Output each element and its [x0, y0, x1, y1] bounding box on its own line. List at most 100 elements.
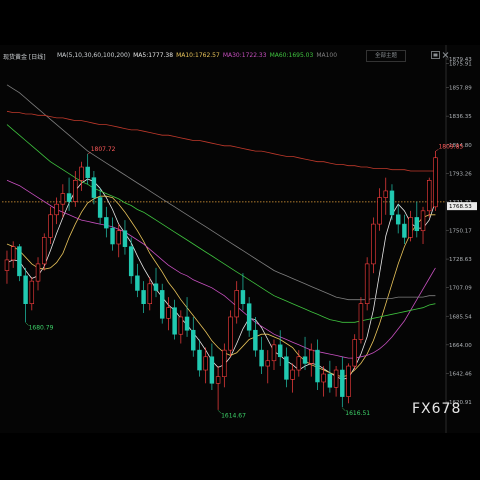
current-price-badge-label: 1768.53 — [449, 204, 472, 210]
candle-body — [321, 373, 326, 383]
candle-body — [408, 217, 413, 238]
y-tick-label: 1642.46 — [449, 371, 472, 377]
candle-body — [141, 290, 146, 304]
candle-body — [253, 329, 258, 351]
candle-body — [135, 275, 140, 291]
candle-body — [116, 230, 121, 245]
extreme-label: 1616.51 — [345, 410, 370, 417]
candle-body — [402, 223, 407, 238]
candle-body — [246, 303, 252, 331]
y-tick-label: 1793.26 — [449, 171, 472, 177]
candle-body — [309, 349, 314, 364]
candle-body — [159, 290, 165, 319]
ma-line-ma100 — [6, 84, 436, 301]
candle-body — [358, 303, 364, 340]
candle-body — [340, 369, 345, 397]
candlestick-chart[interactable]: 1879.431875.911857.891836.351814.801793.… — [0, 45, 480, 433]
candle-body — [23, 275, 28, 304]
candle-body — [203, 356, 208, 371]
candle-body — [91, 177, 97, 198]
candle-body — [184, 316, 190, 331]
candle-body — [79, 166, 84, 181]
candle-body — [29, 280, 35, 304]
instrument-title: 现货黄金 [日线] — [3, 54, 46, 61]
ma-legend: MA(5,10,30,60,100,200) MA5:1777.38 MA10:17… — [57, 52, 340, 59]
candle-body — [104, 217, 109, 229]
ma-line-ma5 — [6, 178, 436, 380]
candle-body — [420, 210, 426, 232]
candle-body — [271, 344, 277, 362]
candle-body — [346, 365, 351, 397]
ma-legend-item-ma100: MA100 — [316, 52, 338, 59]
candle-body — [315, 349, 320, 383]
candle-body — [284, 356, 289, 380]
candle-body — [128, 246, 134, 277]
ma-legend-item-ma60: MA60:1695.03 — [269, 52, 314, 59]
candle-body — [54, 203, 59, 216]
ma-line-ma30 — [6, 179, 436, 359]
candle-body — [197, 349, 202, 371]
candle-body — [389, 190, 395, 216]
watermark-logo: FX678 — [412, 401, 462, 417]
candle-body — [265, 360, 271, 367]
candle-body — [414, 217, 420, 232]
ma-line-ma60 — [6, 124, 436, 323]
candle-body — [10, 246, 16, 261]
candle-body — [17, 246, 22, 277]
candle-body — [277, 344, 283, 358]
y-tick-label: 1836.35 — [449, 114, 472, 120]
candle-body — [215, 376, 221, 384]
theme-settings-button[interactable]: 全部主题 — [366, 50, 406, 62]
chart-screen: 1879.43 1875.91 1857.89 1836.35 1814.80 1793.… — [0, 0, 480, 480]
candle-body — [222, 349, 227, 377]
candle-body — [352, 339, 357, 367]
candle-body — [371, 223, 376, 265]
chart-panel[interactable]: 1879.43 1875.91 1857.89 1836.35 1814.80 1793.… — [0, 45, 480, 433]
candle-body — [234, 290, 239, 318]
y-tick-label: 1664.00 — [449, 343, 472, 349]
candle-body — [35, 263, 41, 282]
candle-body — [364, 263, 370, 304]
y-tick-label: 1707.09 — [449, 286, 472, 292]
candle-body — [48, 214, 53, 238]
ma-legend-label: MA(5,10,30,60,100,200) — [57, 52, 131, 59]
y-tick-label: 1857.89 — [449, 86, 472, 92]
candle-body — [166, 307, 171, 319]
extreme-label: 1680.79 — [29, 325, 54, 332]
close-icon[interactable] — [440, 50, 451, 60]
y-tick-label: 1875.91 — [449, 62, 472, 68]
candle-body — [4, 259, 10, 271]
candle-body — [433, 157, 438, 208]
ma-legend-item-ma5: MA5:1777.38 — [133, 52, 174, 59]
candle-body — [178, 316, 184, 335]
candle-body — [427, 180, 432, 212]
candle-body — [383, 190, 388, 198]
candle-body — [290, 369, 295, 380]
ma-legend-item-ma30: MA30:1722.33 — [222, 52, 267, 59]
candle-body — [209, 356, 215, 384]
candle-body — [240, 290, 246, 304]
ma-line-ma200 — [6, 110, 436, 172]
candle-body — [147, 283, 153, 304]
y-tick-label: 1750.17 — [449, 229, 472, 235]
candle-body — [191, 329, 196, 351]
candle-body — [97, 197, 103, 218]
candle-body — [73, 180, 78, 202]
extreme-label: 1614.67 — [221, 412, 246, 419]
y-tick-label: 1728.63 — [449, 257, 472, 263]
candle-body — [60, 193, 66, 205]
candle-body — [153, 283, 159, 291]
candle-body — [395, 214, 401, 225]
extreme-label: 1809.85 — [438, 143, 463, 150]
ma-line-ma10 — [6, 195, 436, 378]
candle-body — [302, 356, 308, 364]
candle-body — [228, 316, 233, 351]
ma-legend-item-ma10: MA10:1762.57 — [176, 52, 220, 59]
candle-body — [259, 349, 264, 367]
candle-body — [327, 373, 333, 388]
candle-body — [333, 369, 339, 388]
y-tick-label: 1685.54 — [449, 314, 472, 320]
candle-body — [110, 227, 115, 245]
candle-body — [377, 197, 382, 225]
candle-body — [42, 237, 47, 265]
